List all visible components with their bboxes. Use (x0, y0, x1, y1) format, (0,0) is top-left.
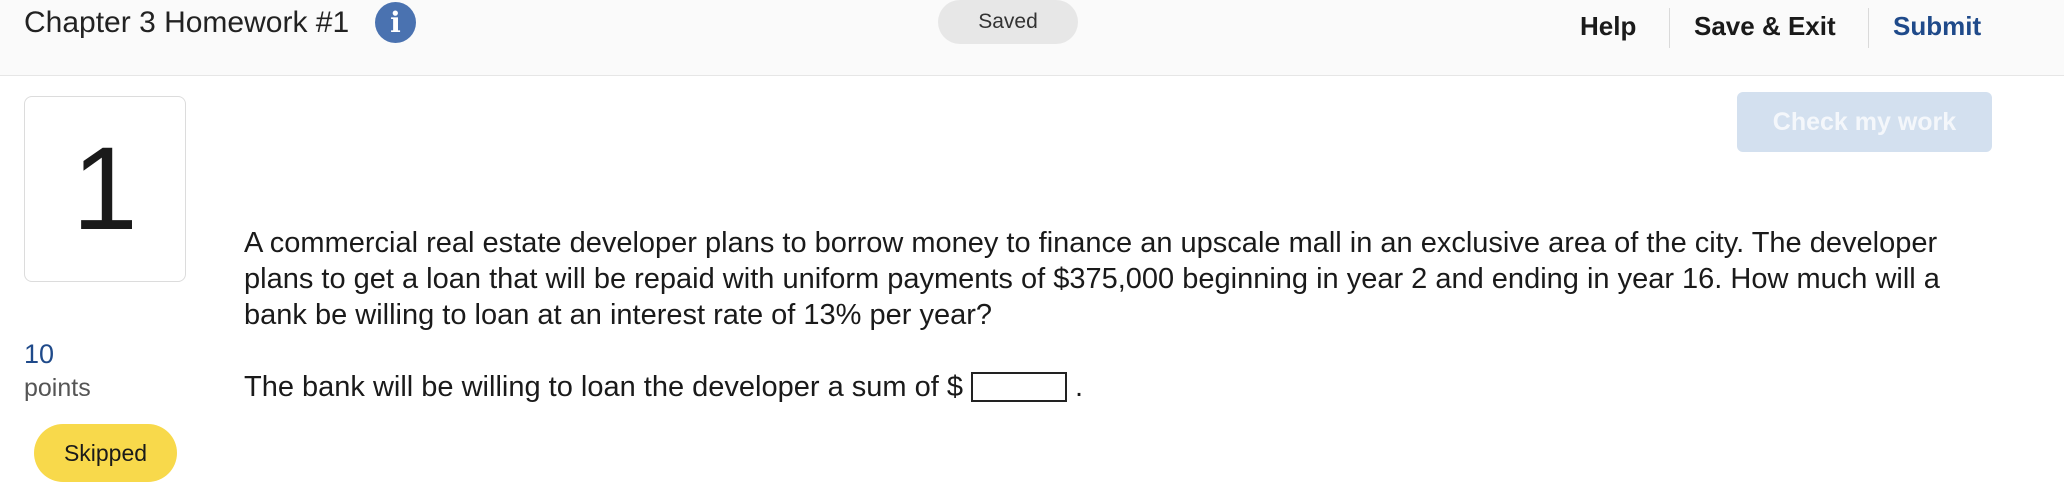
question-number: 1 (24, 96, 186, 282)
answer-prefix: The bank will be willing to loan the dev… (244, 371, 963, 403)
answer-row: The bank will be willing to loan the dev… (244, 369, 1083, 405)
answer-suffix: . (1074, 371, 1084, 403)
nav-divider (1669, 8, 1670, 48)
check-my-work-button[interactable]: Check my work (1737, 92, 1992, 152)
saved-status-badge: Saved (938, 0, 1078, 44)
answer-input[interactable] (970, 372, 1067, 402)
top-header: Chapter 3 Homework #1 i Saved Help Save … (0, 0, 2064, 76)
save-exit-link[interactable]: Save & Exit (1694, 8, 1836, 44)
info-icon[interactable]: i (375, 2, 416, 43)
points-value: 10 (24, 339, 55, 369)
help-link[interactable]: Help (1580, 8, 1636, 44)
skipped-status-badge: Skipped (34, 424, 177, 482)
assignment-title: Chapter 3 Homework #1 (24, 6, 350, 39)
nav-divider (1868, 8, 1869, 48)
submit-link[interactable]: Submit (1893, 8, 1981, 44)
points-label: points (24, 374, 91, 402)
question-text: A commercial real estate developer plans… (244, 227, 1940, 331)
